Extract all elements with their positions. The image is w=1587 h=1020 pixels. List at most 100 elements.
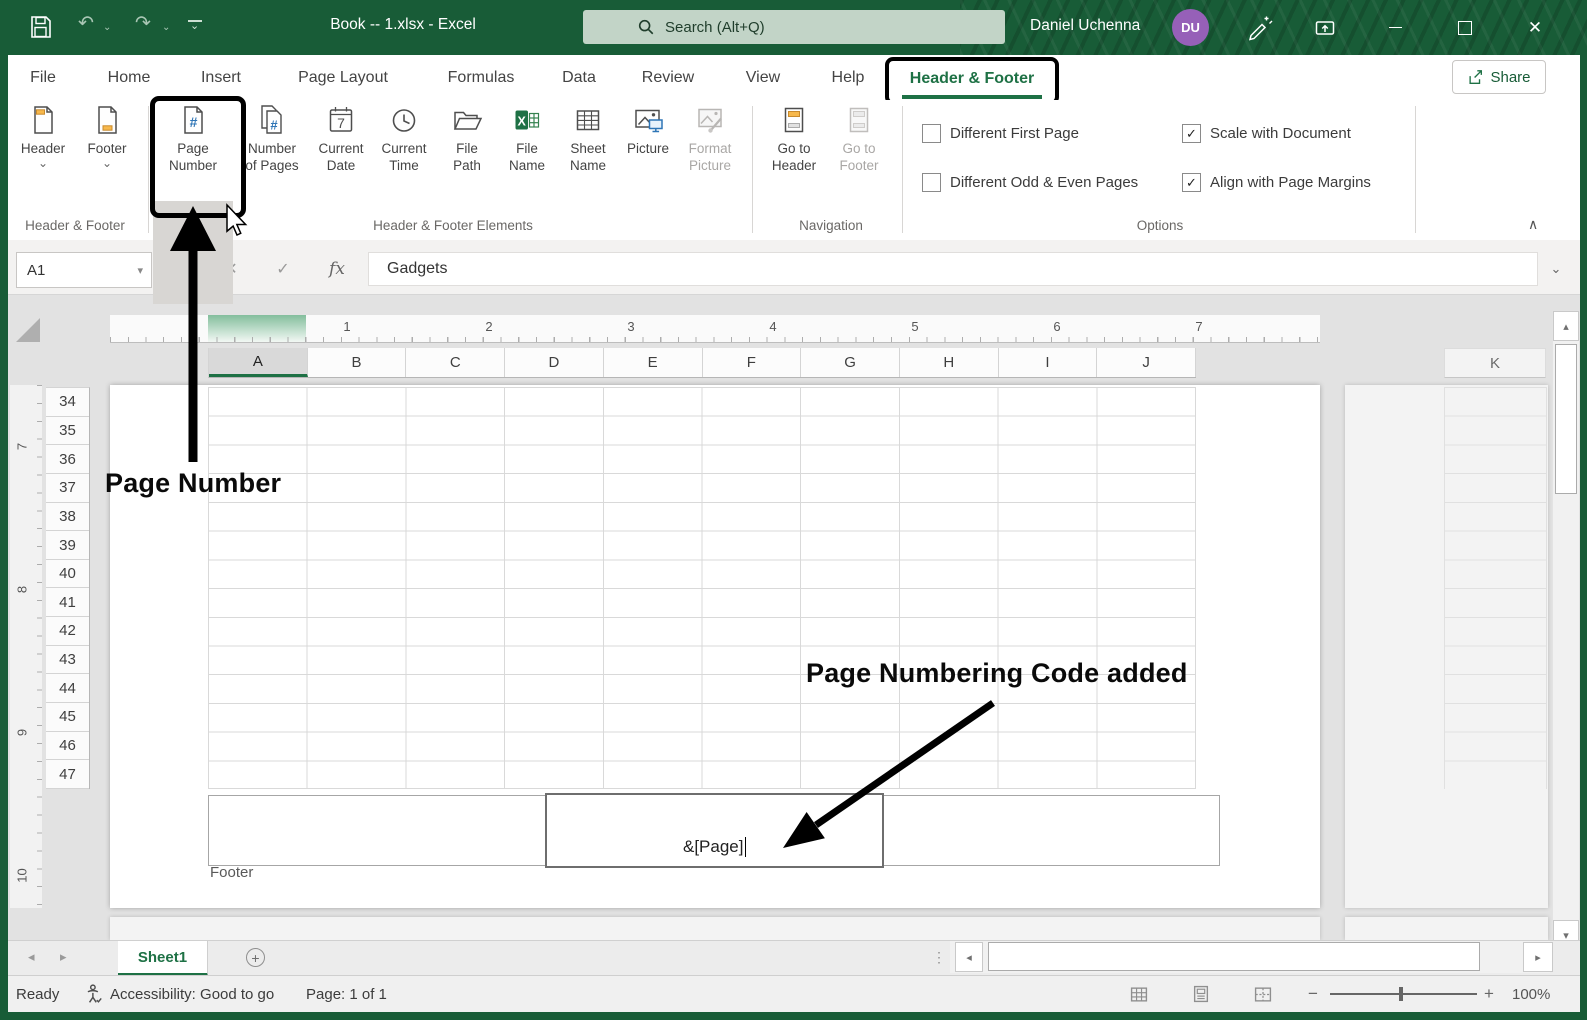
close-button[interactable]: ✕ [1512,0,1558,55]
picture-button[interactable]: Picture [621,104,675,208]
save-button[interactable] [28,14,54,40]
column-header-b[interactable]: B [308,348,407,377]
redo-dropdown-icon[interactable]: ⌄ [162,22,170,33]
row-header[interactable]: 43 [46,646,89,675]
minimize-button[interactable] [1372,0,1418,55]
current-date-button[interactable]: 7 Current Date [310,104,372,208]
normal-view-icon[interactable] [1130,986,1148,1003]
horizontal-scroll-thumb[interactable] [988,942,1480,971]
tab-insert[interactable]: Insert [196,55,246,100]
checkbox-box[interactable] [922,173,941,192]
row-header[interactable]: 46 [46,732,89,761]
row-header[interactable]: 42 [46,617,89,646]
file-path-button[interactable]: File Path [437,104,497,208]
header-dropdown-chevron[interactable]: ⌄ [14,157,72,169]
tab-page-layout[interactable]: Page Layout [288,55,398,100]
insert-function-button[interactable]: fx [322,252,352,286]
go-to-header-button[interactable]: Go to Header [762,104,826,208]
row-header[interactable]: 35 [46,417,89,446]
undo-dropdown-icon[interactable]: ⌄ [103,22,111,33]
scroll-up-button[interactable]: ▴ [1553,311,1579,341]
row-header[interactable]: 44 [46,674,89,704]
row-header[interactable]: 45 [46,703,89,732]
column-header-i[interactable]: I [999,348,1098,377]
column-header-j[interactable]: J [1097,348,1197,377]
row-header[interactable]: 36 [46,445,89,474]
scroll-right-button[interactable]: ▸ [1523,942,1553,972]
select-all-button[interactable] [16,318,40,342]
avatar[interactable]: DU [1172,9,1209,46]
row-header[interactable]: 37 [46,474,89,503]
zoom-in-button[interactable]: + [1484,984,1494,1004]
tab-review[interactable]: Review [636,55,700,100]
formula-input[interactable]: Gadgets [368,252,1538,286]
customize-toolbar-chevron[interactable]: ⌄ [190,19,199,32]
worksheet-page[interactable]: &[Page] Footer [110,385,1320,908]
column-header-h[interactable]: H [900,348,999,377]
column-header-c[interactable]: C [406,348,506,377]
tab-file[interactable]: File [24,55,62,100]
page-layout-view-icon[interactable] [1192,985,1210,1003]
zoom-out-button[interactable]: − [1308,984,1318,1004]
row-header[interactable]: 40 [46,560,89,589]
header-button[interactable]: Header ⌄ [14,104,72,208]
file-name-button[interactable]: X File Name [498,104,556,208]
zoom-slider-track[interactable] [1330,993,1477,995]
ribbon-display-options-button[interactable] [1314,17,1336,39]
checkbox-align-page-margins[interactable]: ✓ Align with Page Margins [1182,173,1371,192]
expand-formula-bar-icon[interactable]: ⌄ [1544,252,1568,286]
page-number-button[interactable]: # Page Number [153,104,233,208]
enter-button[interactable]: ✓ [268,252,298,286]
current-time-button[interactable]: Current Time [373,104,435,208]
column-header-d[interactable]: D [505,348,604,377]
zoom-slider-thumb[interactable] [1399,987,1403,1001]
zoom-level[interactable]: 100% [1512,986,1550,1003]
checkbox-scale-with-document[interactable]: ✓ Scale with Document [1182,124,1351,143]
row-header[interactable]: 39 [46,531,89,560]
checkbox-different-odd-even[interactable]: Different Odd & Even Pages [922,173,1138,192]
share-button[interactable]: Share [1452,60,1546,94]
column-header-a[interactable]: A [209,348,308,377]
feedback-button[interactable] [1246,14,1273,41]
checkbox-box-checked[interactable]: ✓ [1182,173,1201,192]
previous-sheet-button[interactable]: ◂ [28,949,35,965]
checkbox-box[interactable] [922,124,941,143]
tab-formulas[interactable]: Formulas [436,55,526,100]
search-box[interactable]: Search (Alt+Q) [583,10,1005,44]
column-header-k[interactable]: K [1444,348,1546,378]
accessibility-status[interactable]: Accessibility: Good to go [110,986,274,1003]
column-header-f[interactable]: F [703,348,802,377]
row-header[interactable]: 34 [46,388,89,417]
redo-button[interactable]: ↷ [135,11,151,37]
name-box-dropdown-icon[interactable]: ▾ [137,264,151,277]
cell-grid[interactable] [208,387,1196,789]
sheet-name-button[interactable]: Sheet Name [557,104,619,208]
checkbox-box-checked[interactable]: ✓ [1182,124,1201,143]
sheet-tab-sheet1[interactable]: Sheet1 [118,941,208,976]
vertical-scroll-thumb[interactable] [1555,344,1577,494]
footer-dropdown-chevron[interactable]: ⌄ [78,157,136,169]
tab-home[interactable]: Home [104,55,154,100]
vertical-scrollbar[interactable]: ▴ ▾ [1552,310,1580,951]
name-box[interactable]: A1 ▾ [16,252,152,288]
footer-center-section[interactable]: &[Page] [545,793,884,868]
tab-splitter-handle[interactable]: ⋮ [932,949,946,966]
collapse-ribbon-button[interactable]: ∧ [1528,216,1538,233]
row-header[interactable]: 47 [46,760,89,789]
page-break-view-icon[interactable] [1254,986,1272,1003]
undo-button[interactable]: ↶ [78,11,94,37]
footer-button[interactable]: Footer ⌄ [78,104,136,208]
scroll-left-button[interactable]: ◂ [955,942,983,972]
maximize-button[interactable] [1442,0,1488,55]
row-header[interactable]: 38 [46,503,89,532]
number-of-pages-button[interactable]: # Number of Pages [236,104,308,208]
row-header[interactable]: 41 [46,588,89,618]
column-header-g[interactable]: G [801,348,900,377]
tab-data[interactable]: Data [554,55,604,100]
checkbox-different-first-page[interactable]: Different First Page [922,124,1079,143]
tab-view[interactable]: View [738,55,788,100]
new-sheet-button[interactable]: + [246,948,265,967]
user-name[interactable]: Daniel Uchenna [1030,17,1140,35]
column-header-e[interactable]: E [604,348,703,377]
tab-help[interactable]: Help [824,55,872,100]
